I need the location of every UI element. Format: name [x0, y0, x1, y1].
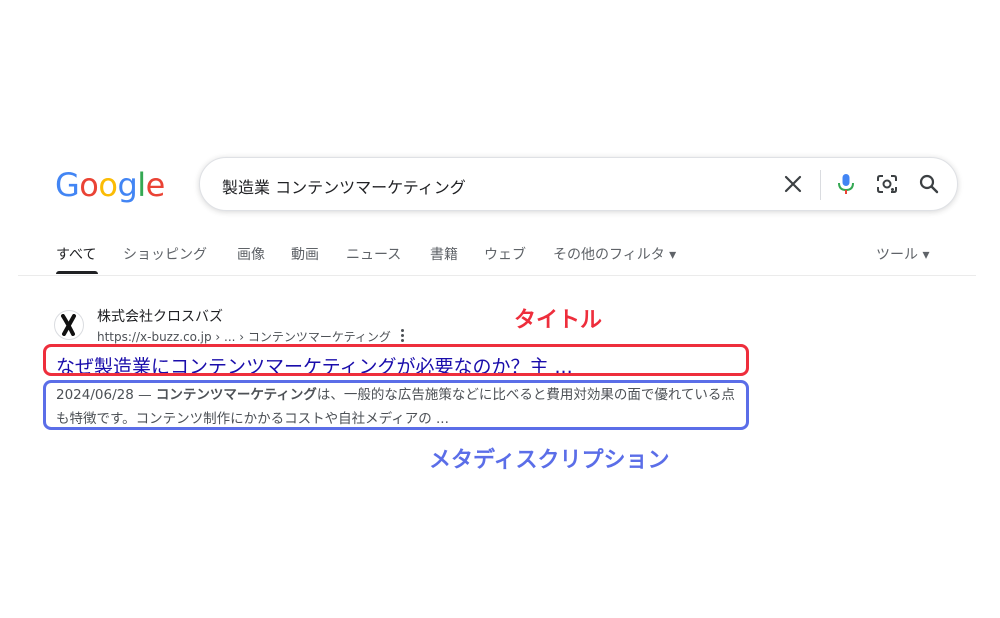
tab-all[interactable]: すべて [56, 244, 96, 264]
camera-lens-icon[interactable] [874, 171, 900, 197]
description-annotation-label: メタディスクリプション [429, 448, 670, 473]
microphone-icon[interactable] [833, 171, 859, 197]
tab-books[interactable]: 書籍 [430, 244, 458, 264]
google-logo[interactable]: Google [55, 166, 165, 204]
title-highlight-box [43, 344, 749, 376]
description-highlight-box [43, 380, 749, 430]
tools-button[interactable]: ツール ▾ [876, 244, 929, 264]
site-name[interactable]: 株式会社クロスバズ [97, 306, 223, 326]
search-icon[interactable] [916, 171, 942, 197]
tab-news[interactable]: ニュース [346, 244, 401, 264]
site-favicon[interactable] [54, 310, 84, 340]
title-annotation-label: タイトル [514, 308, 603, 333]
logo-letter: o [79, 166, 99, 204]
tab-images[interactable]: 画像 [237, 244, 265, 264]
close-icon[interactable] [780, 171, 806, 197]
tab-shopping[interactable]: ショッピング [123, 244, 207, 264]
logo-letter: o [98, 166, 118, 204]
tab-more-filters[interactable]: その他のフィルタ ▾ [553, 244, 676, 264]
search-divider [820, 170, 821, 200]
search-input[interactable]: 製造業 コンテンツマーケティング [222, 174, 466, 198]
logo-letter: e [145, 166, 166, 204]
tabs-divider [18, 275, 976, 276]
logo-letter: l [137, 166, 146, 204]
search-tabs: すべて ショッピング 画像 動画 ニュース 書籍 ウェブ その他のフィルタ ▾ … [0, 236, 1000, 276]
logo-letter: g [117, 166, 138, 204]
logo-letter: G [55, 166, 80, 204]
site-url[interactable]: https://x-buzz.co.jp › ... › コンテンツマーケティン… [97, 328, 391, 345]
active-tab-indicator [56, 271, 98, 274]
tab-web[interactable]: ウェブ [484, 244, 526, 264]
search-box[interactable]: 製造業 コンテンツマーケティング [199, 157, 958, 211]
tab-videos[interactable]: 動画 [291, 244, 319, 264]
more-options-icon[interactable] [396, 328, 408, 344]
